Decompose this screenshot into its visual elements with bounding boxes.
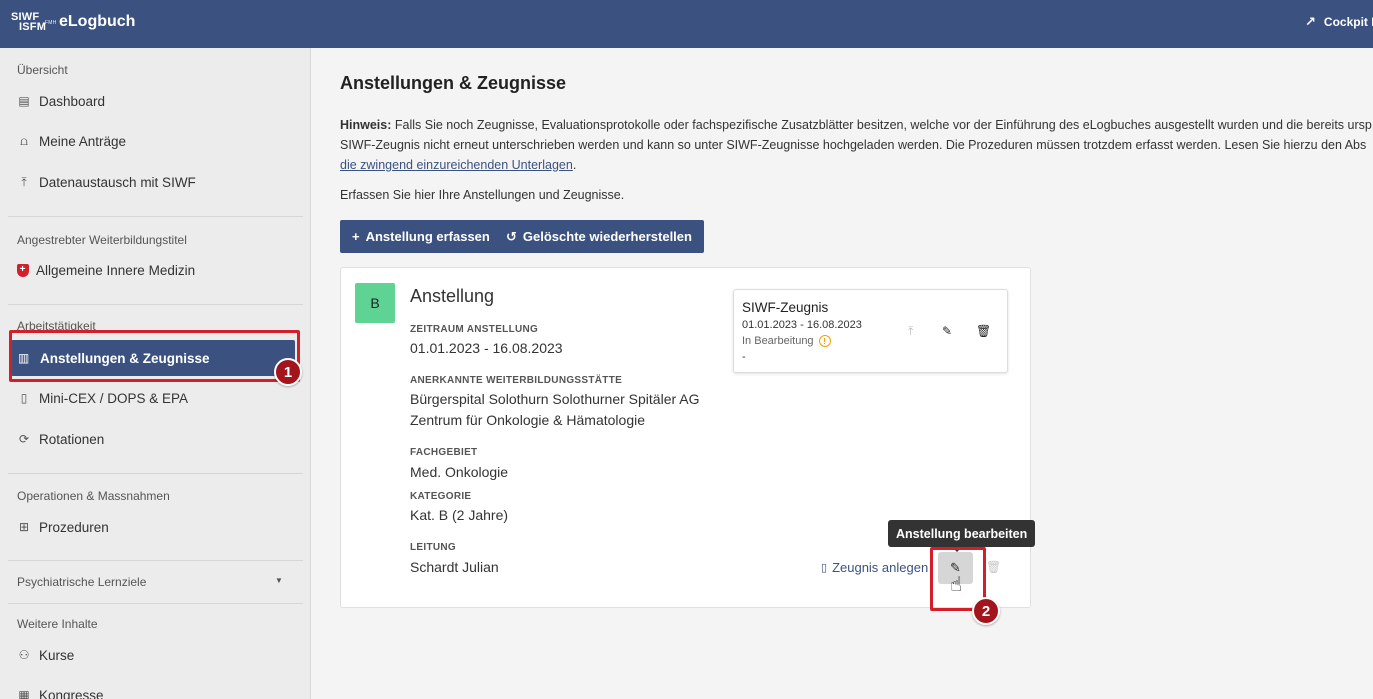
upload-icon[interactable]: ⤒: [908, 324, 913, 339]
anstellung-card: B Anstellung ZEITRAUM ANSTELLUNG 01.01.2…: [340, 267, 1031, 608]
zeugnis-anlegen-link[interactable]: ▯ Zeugnis anlegen: [821, 560, 928, 575]
cockpit-link[interactable]: ↗ Cockpit F: [1305, 14, 1373, 30]
sidebar-item-rotationen[interactable]: ⟳ Rotationen: [16, 428, 104, 450]
step-badge-1: 1: [274, 358, 302, 386]
hint-line-2: SIWF-Zeugnis nicht erneut unterschrieben…: [340, 138, 1367, 152]
doc-status: In Bearbeitung !: [742, 335, 831, 347]
intro-text: Erfassen Sie hier Ihre Anstellungen und …: [340, 188, 625, 202]
sidebar-item-antraege[interactable]: ⩍ Meine Anträge: [16, 130, 126, 152]
section-title-weiterbildungstitel: Angestrebter Weiterbildungstitel: [17, 233, 187, 247]
fachgebiet-label: FACHGEBIET: [410, 447, 478, 458]
document-icon: ▯: [821, 562, 828, 574]
leitung-value: Schardt Julian: [410, 559, 499, 575]
page-title: Anstellungen & Zeugnisse: [340, 73, 567, 93]
sidebar: Übersicht ▤ Dashboard ⩍ Meine Anträge ⤒ Dat…: [0, 48, 311, 699]
swiss-shield-icon: +: [16, 263, 29, 277]
zeitraum-value: 01.01.2023 - 16.08.2023: [410, 340, 563, 356]
trash-icon[interactable]: 🗑: [976, 324, 991, 338]
calendar-icon: ▦: [18, 688, 30, 699]
sidebar-item-label: Mini-CEX / DOPS & EPA: [39, 390, 189, 406]
fachgebiet-value: Med. Onkologie: [410, 464, 509, 480]
logo-mini-text: FMH: [45, 20, 57, 26]
hint-link[interactable]: die zwingend einzureichenden Unterlagen: [340, 158, 573, 172]
hint-end: .: [572, 158, 577, 172]
logo-line-isfm: ISFM: [19, 21, 47, 33]
divider: [8, 216, 303, 217]
doc-date: 01.01.2023 - 16.08.2023: [742, 319, 862, 331]
tooltip-edit: Anstellung bearbeiten: [888, 520, 1036, 552]
hint-line-1: Falls Sie noch Zeugnisse, Evaluationspro…: [391, 118, 1372, 132]
divider: [8, 304, 303, 305]
plus-icon: +: [352, 229, 360, 244]
button-label: Anstellung erfassen: [365, 229, 490, 244]
divider: [8, 473, 303, 474]
hint-text: Hinweis: Falls Sie noch Zeugnisse, Evalu…: [340, 115, 1373, 175]
bookmark-icon: ▯: [20, 391, 28, 405]
button-label: Gelöschte wiederherstellen: [522, 229, 692, 244]
user-stack-icon: ⩍: [20, 133, 28, 148]
siwf-zeugnis-item[interactable]: SIWF-Zeugnis 01.01.2023 - 16.08.2023 In …: [733, 289, 1008, 373]
sidebar-item-kurse[interactable]: ⚇ Kurse: [16, 644, 75, 666]
highlight-box-step-1: [9, 330, 300, 382]
plus-square-icon: ⊞: [18, 520, 30, 534]
leitung-label: LEITUNG: [410, 542, 456, 553]
sidebar-item-label: Kurse: [39, 647, 75, 663]
app-name: eLogbuch: [59, 13, 136, 30]
doc-title: SIWF-Zeugnis: [742, 300, 829, 315]
main-content: Anstellungen & Zeugnisse Hinweis: Falls …: [312, 48, 1373, 699]
add-anstellung-button[interactable]: + Anstellung erfassen: [340, 220, 502, 253]
arrow-up-right-icon: ↗: [1305, 14, 1316, 29]
divider: [8, 603, 303, 604]
siwf-logo[interactable]: SIWF ISFM FMH: [11, 12, 56, 33]
sidebar-item-label: Datenaustausch mit SIWF: [39, 174, 196, 190]
sidebar-item-label: Meine Anträge: [39, 133, 127, 149]
history-icon: ↺: [506, 228, 517, 244]
staette-value-1: Bürgerspital Solothurn Solothurner Spitä…: [410, 391, 700, 407]
section-title-operationen: Operationen & Massnahmen: [17, 489, 170, 503]
kategorie-label: KATEGORIE: [410, 491, 472, 502]
sidebar-item-dashboard[interactable]: ▤ Dashboard: [16, 90, 105, 112]
people-icon: ⚇: [18, 648, 30, 662]
sidebar-item-label: Dashboard: [39, 93, 106, 109]
upload-icon: ⤒: [21, 174, 27, 189]
divider: [8, 560, 303, 561]
sidebar-item-label: Rotationen: [39, 431, 105, 447]
dashboard-icon: ▤: [18, 94, 30, 108]
section-title-uebersicht: Übersicht: [17, 63, 68, 77]
sidebar-item-label: Prozeduren: [39, 519, 109, 535]
sidebar-item-kongresse[interactable]: ▦ Kongresse: [16, 684, 104, 699]
card-title: Anstellung: [410, 286, 495, 306]
warning-icon: !: [818, 335, 831, 347]
staette-value-2: Zentrum für Onkologie & Hämatologie: [410, 412, 645, 428]
top-bar: SIWF ISFM FMH eLogbuch ↗ Cockpit F: [0, 0, 1373, 48]
sidebar-item-datenaustausch[interactable]: ⤒ Datenaustausch mit SIWF: [16, 171, 196, 193]
hint-label: Hinweis:: [340, 118, 392, 132]
trash-icon[interactable]: 🗑: [986, 560, 1001, 574]
sidebar-item-label: Allgemeine Innere Medizin: [36, 262, 196, 278]
doc-dash: -: [742, 351, 746, 363]
category-badge: B: [355, 283, 395, 323]
chevron-down-icon[interactable]: ▼: [275, 576, 283, 585]
section-title-weitere-inhalte: Weitere Inhalte: [17, 617, 98, 631]
hand-cursor-icon: ☝: [950, 574, 963, 596]
sidebar-item-weiterbildungstitel[interactable]: + Allgemeine Innere Medizin: [16, 259, 195, 281]
doc-status-text: In Bearbeitung: [742, 335, 814, 347]
sidebar-item-minicex[interactable]: ▯ Mini-CEX / DOPS & EPA: [16, 387, 188, 409]
zeitraum-label: ZEITRAUM ANSTELLUNG: [410, 324, 539, 335]
sidebar-item-label: Kongresse: [39, 687, 104, 699]
cockpit-label: Cockpit F: [1323, 15, 1373, 29]
zeugnis-link-label: Zeugnis anlegen: [832, 560, 929, 575]
staette-label: ANERKANNTE WEITERBILDUNGSSTÄTTE: [410, 375, 623, 386]
section-toggle-psychiatrische-lernziele[interactable]: Psychiatrische Lernziele: [17, 575, 146, 589]
step-badge-2: 2: [972, 597, 1000, 625]
rotate-icon: ⟳: [18, 432, 30, 446]
kategorie-value: Kat. B (2 Jahre): [410, 507, 509, 523]
sidebar-item-prozeduren[interactable]: ⊞ Prozeduren: [16, 516, 109, 538]
sign-icon[interactable]: ✎: [942, 324, 952, 338]
restore-deleted-button[interactable]: ↺ Gelöschte wiederherstellen: [494, 220, 704, 253]
